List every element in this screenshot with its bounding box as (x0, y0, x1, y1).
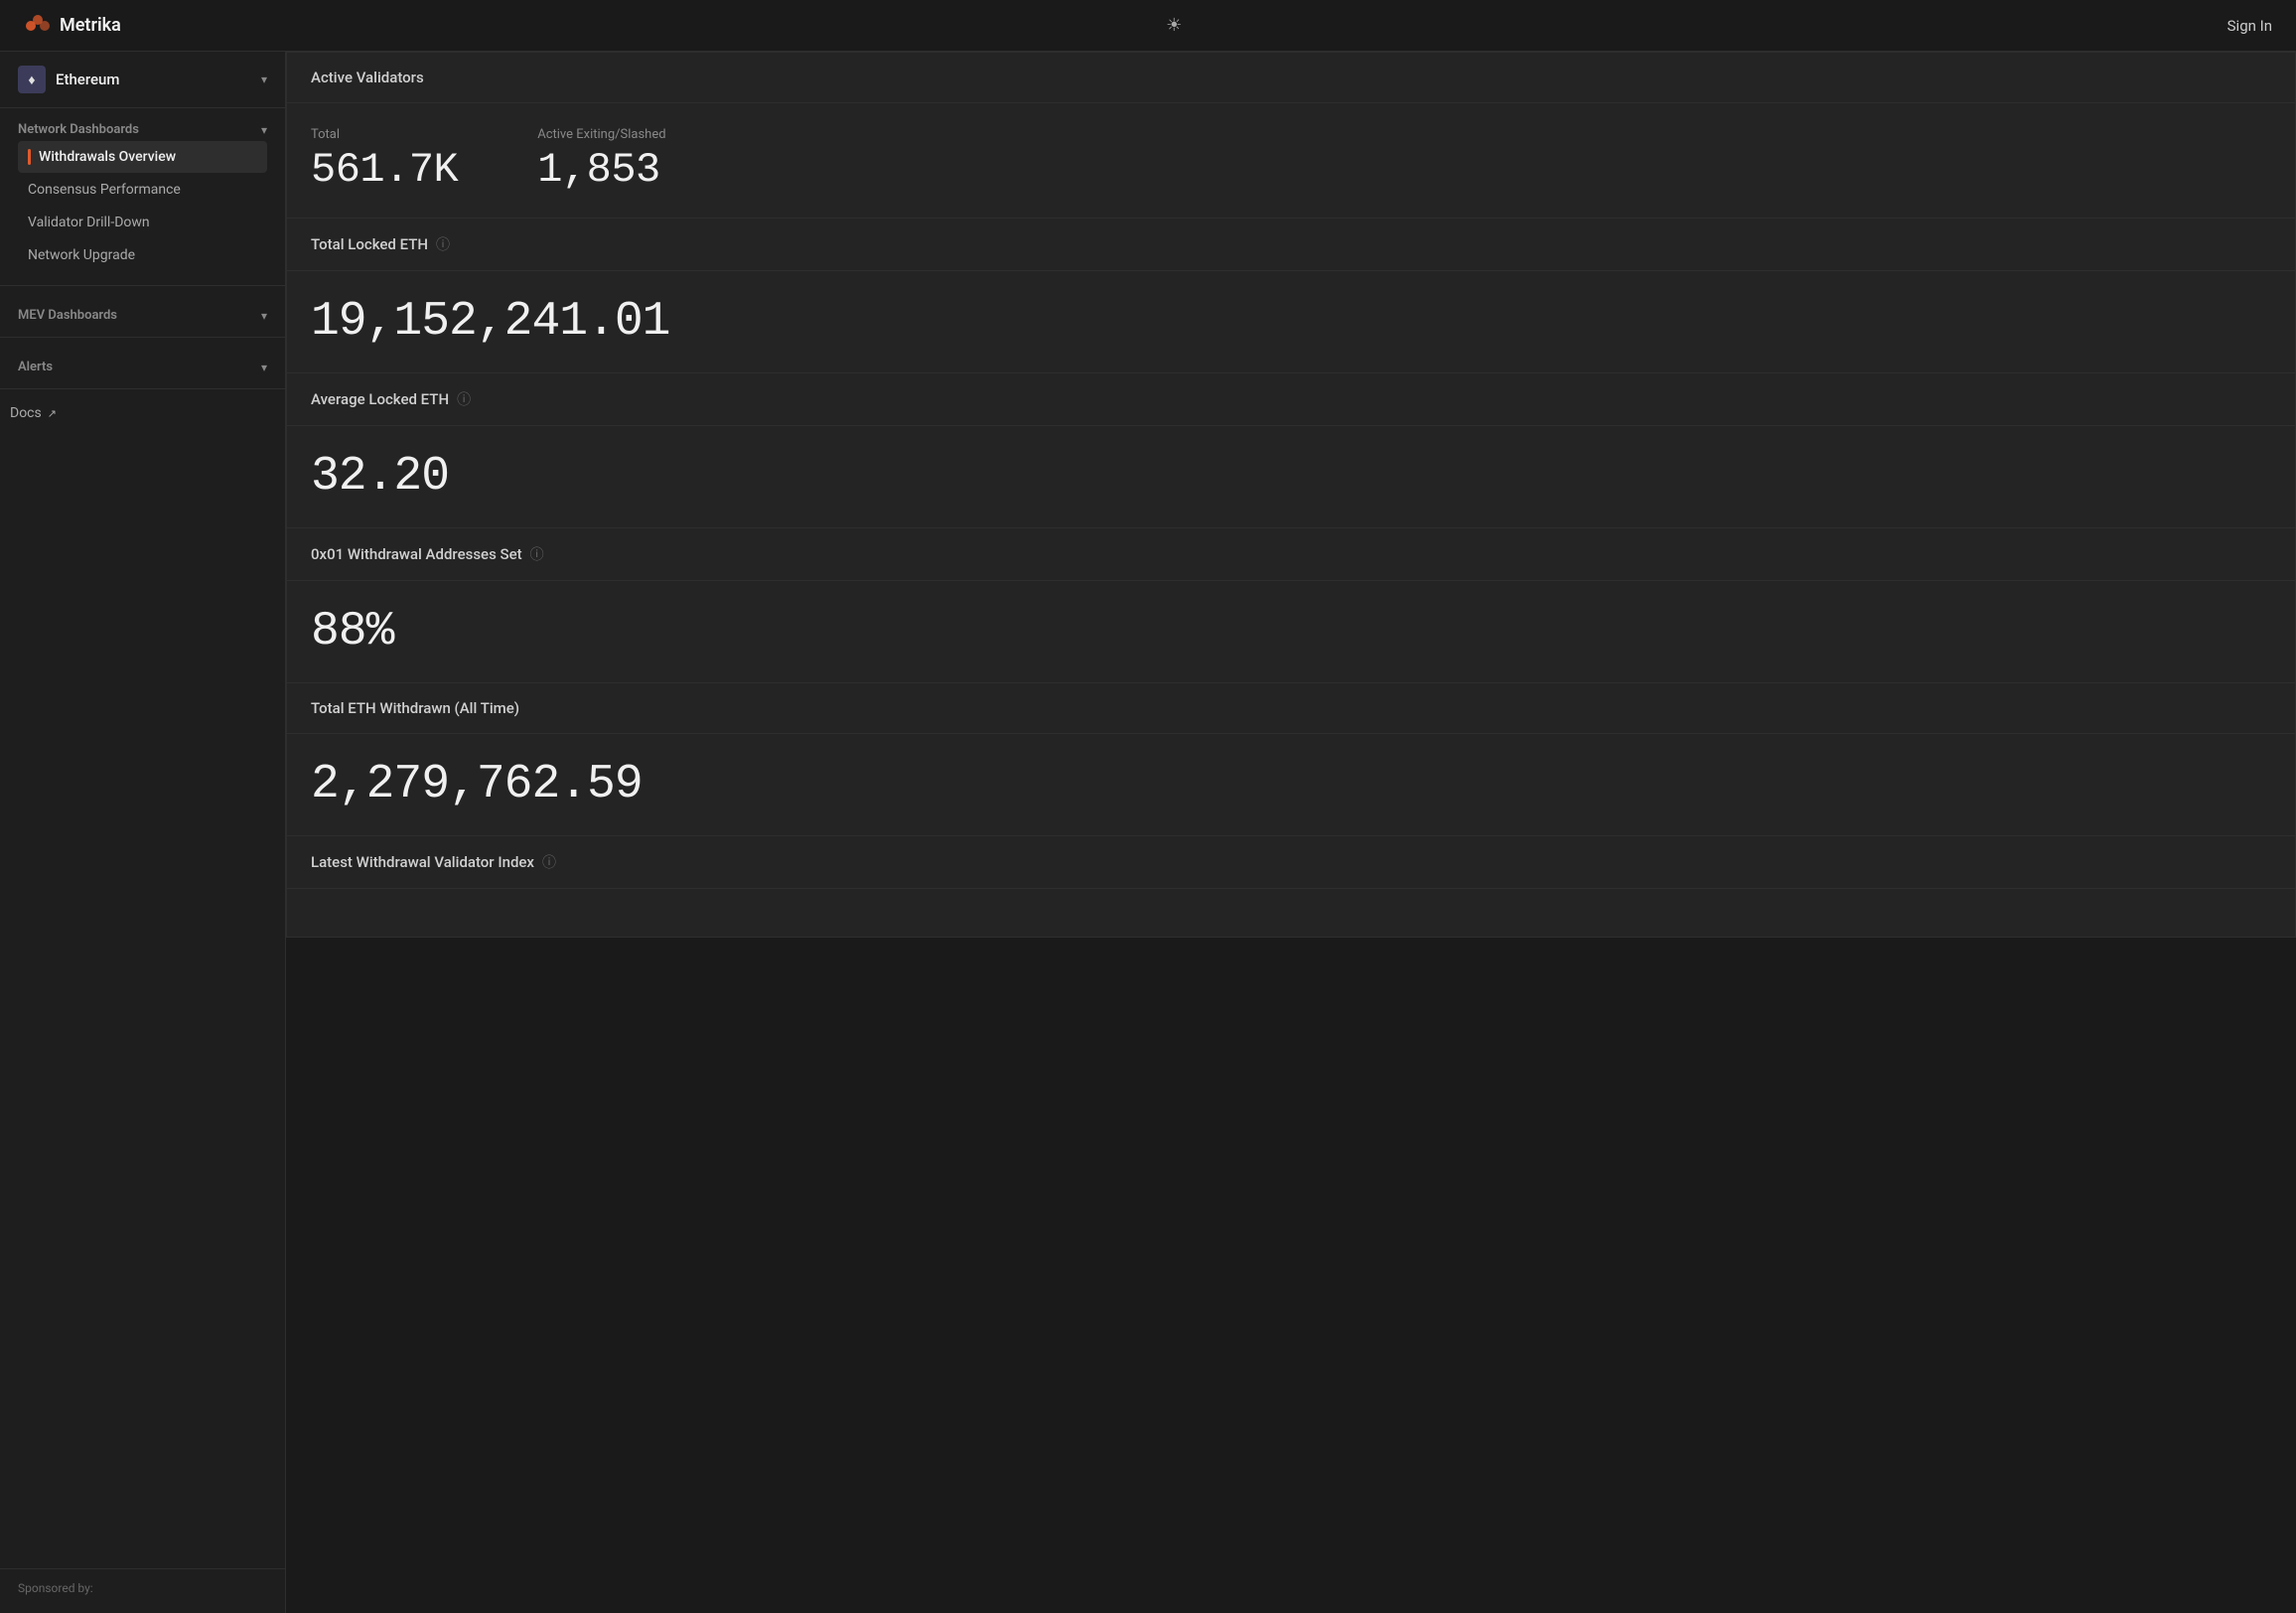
mev-dashboards-title: MEV Dashboards (18, 308, 117, 323)
docs-label: Docs (10, 405, 42, 421)
sidebar-bottom: Sponsored by: (0, 1568, 285, 1613)
sidebar-item-network-upgrade[interactable]: Network Upgrade (18, 239, 267, 271)
main-inner: Active Validators Total 561.7K Active Ex… (286, 52, 2296, 938)
sidebar-item-validator-drill-down-label: Validator Drill-Down (28, 215, 150, 230)
network-dashboards-header[interactable]: Network Dashboards ▾ (18, 122, 267, 137)
stat-group-total: Total 561.7K (311, 127, 458, 194)
card-total-eth-withdrawn-title: Total ETH Withdrawn (All Time) (311, 699, 519, 717)
card-withdrawal-addresses-body: 88% (287, 581, 2295, 682)
external-link-icon: ↗ (48, 407, 57, 420)
sidebar-divider-1 (0, 285, 285, 286)
sidebar-section-mev-dashboards: MEV Dashboards ▾ (0, 294, 285, 329)
card-total-locked-eth-header: Total Locked ETH ⓘ (287, 219, 2295, 271)
sidebar-section-alerts: Alerts ▾ (0, 346, 285, 380)
network-icon: ♦ (18, 66, 46, 93)
stat-value-total: 561.7K (311, 146, 458, 194)
topnav-center: ☀ (1166, 15, 1182, 36)
stat-value-exiting: 1,853 (537, 146, 665, 194)
sidebar-item-validator-drill-down[interactable]: Validator Drill-Down (18, 207, 267, 238)
network-chevron-icon: ▾ (261, 73, 267, 86)
validators-stats-row: Total 561.7K Active Exiting/Slashed 1,85… (311, 127, 2271, 194)
card-latest-withdrawal-index-header: Latest Withdrawal Validator Index ⓘ (287, 836, 2295, 889)
card-average-locked-eth-body: 32.20 (287, 426, 2295, 527)
card-active-validators: Active Validators Total 561.7K Active Ex… (286, 52, 2296, 219)
average-locked-eth-info-icon[interactable]: ⓘ (457, 389, 471, 409)
stat-label-total: Total (311, 127, 458, 142)
sign-in-button[interactable]: Sign In (2227, 17, 2272, 35)
network-selector[interactable]: ♦ Ethereum ▾ (0, 52, 285, 108)
main-content: Active Validators Total 561.7K Active Ex… (286, 52, 2296, 1613)
sidebar-item-withdrawals-overview-label: Withdrawals Overview (39, 149, 176, 165)
layout: ♦ Ethereum ▾ Network Dashboards ▾ Withdr… (0, 52, 2296, 1613)
card-average-locked-eth: Average Locked ETH ⓘ 32.20 (286, 373, 2296, 528)
network-left: ♦ Ethereum (18, 66, 119, 93)
card-latest-withdrawal-index: Latest Withdrawal Validator Index ⓘ (286, 836, 2296, 938)
theme-toggle-icon[interactable]: ☀ (1166, 15, 1182, 36)
sidebar-section-network-dashboards: Network Dashboards ▾ Withdrawals Overvie… (0, 108, 285, 277)
card-total-locked-eth: Total Locked ETH ⓘ 19,152,241.01 (286, 219, 2296, 373)
card-active-validators-header: Active Validators (287, 53, 2295, 103)
withdrawal-addresses-info-icon[interactable]: ⓘ (530, 544, 544, 564)
alerts-header[interactable]: Alerts ▾ (18, 360, 267, 374)
mev-dashboards-chevron-icon: ▾ (261, 309, 267, 323)
card-total-eth-withdrawn-body: 2,279,762.59 (287, 734, 2295, 835)
sidebar-item-consensus-performance[interactable]: Consensus Performance (18, 174, 267, 206)
card-latest-withdrawal-index-body (287, 889, 2295, 937)
stat-value-total-eth-withdrawn: 2,279,762.59 (311, 758, 643, 811)
network-dashboards-chevron-icon: ▾ (261, 123, 267, 137)
stat-value-average-locked-eth: 32.20 (311, 450, 449, 504)
card-active-validators-title: Active Validators (311, 69, 424, 86)
network-dashboards-items: Withdrawals Overview Consensus Performan… (18, 141, 267, 271)
card-total-locked-eth-title: Total Locked ETH (311, 235, 428, 253)
card-active-validators-body: Total 561.7K Active Exiting/Slashed 1,85… (287, 103, 2295, 218)
stat-value-total-locked-eth: 19,152,241.01 (311, 295, 669, 349)
card-withdrawal-addresses: 0x01 Withdrawal Addresses Set ⓘ 88% (286, 528, 2296, 683)
card-average-locked-eth-header: Average Locked ETH ⓘ (287, 373, 2295, 426)
card-withdrawal-addresses-title: 0x01 Withdrawal Addresses Set (311, 545, 522, 563)
topnav: Metrika ☀ Sign In (0, 0, 2296, 52)
sidebar-item-consensus-performance-label: Consensus Performance (28, 182, 181, 198)
card-withdrawal-addresses-header: 0x01 Withdrawal Addresses Set ⓘ (287, 528, 2295, 581)
stat-label-exiting: Active Exiting/Slashed (537, 127, 665, 142)
network-dashboards-title: Network Dashboards (18, 122, 139, 137)
latest-withdrawal-index-info-icon[interactable]: ⓘ (542, 852, 556, 872)
card-latest-withdrawal-index-title: Latest Withdrawal Validator Index (311, 853, 534, 871)
alerts-chevron-icon: ▾ (261, 361, 267, 374)
brand: Metrika (24, 12, 121, 40)
active-indicator (28, 149, 31, 165)
card-total-locked-eth-body: 19,152,241.01 (287, 271, 2295, 372)
network-name: Ethereum (56, 71, 119, 88)
sidebar-item-network-upgrade-label: Network Upgrade (28, 247, 135, 263)
card-average-locked-eth-title: Average Locked ETH (311, 390, 449, 408)
brand-name: Metrika (60, 15, 121, 36)
sidebar: ♦ Ethereum ▾ Network Dashboards ▾ Withdr… (0, 52, 286, 1613)
sidebar-divider-2 (0, 337, 285, 338)
stat-value-withdrawal-addresses: 88% (311, 605, 393, 659)
card-total-eth-withdrawn-header: Total ETH Withdrawn (All Time) (287, 683, 2295, 734)
sidebar-divider-3 (0, 388, 285, 389)
sidebar-item-withdrawals-overview[interactable]: Withdrawals Overview (18, 141, 267, 173)
sponsored-label: Sponsored by: (18, 1581, 267, 1595)
total-locked-eth-info-icon[interactable]: ⓘ (436, 234, 450, 254)
mev-dashboards-header[interactable]: MEV Dashboards ▾ (18, 308, 267, 323)
stat-group-exiting: Active Exiting/Slashed 1,853 (537, 127, 665, 194)
sidebar-item-docs[interactable]: Docs ↗ (0, 397, 285, 429)
brand-logo-icon (24, 12, 52, 40)
card-total-eth-withdrawn: Total ETH Withdrawn (All Time) 2,279,762… (286, 683, 2296, 836)
alerts-title: Alerts (18, 360, 53, 374)
